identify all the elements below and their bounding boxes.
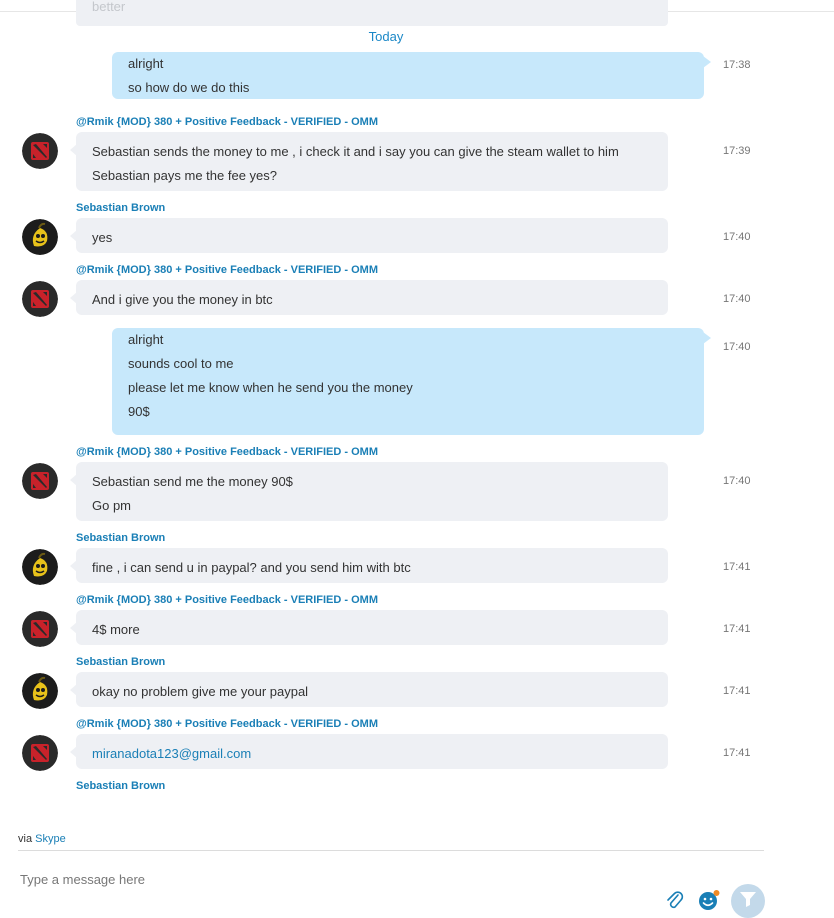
avatar[interactable] bbox=[22, 281, 58, 317]
message-timestamp: 17:40 bbox=[723, 231, 751, 243]
date-separator: Today bbox=[368, 29, 404, 44]
incoming-message-bubble[interactable]: fine , i can send u in paypal? and you s… bbox=[70, 548, 668, 583]
message-text-line: alright bbox=[128, 332, 164, 347]
message-text-line: Sebastian pays me the fee yes? bbox=[92, 168, 278, 183]
message-text-line: 90$ bbox=[128, 404, 150, 419]
sender-name[interactable]: Sebastian Brown bbox=[76, 780, 165, 792]
message-text-line: fine , i can send u in paypal? and you s… bbox=[92, 560, 411, 575]
message-text-line: okay no problem give me your paypal bbox=[92, 684, 309, 699]
incoming-message-bubble[interactable]: yes bbox=[70, 218, 668, 253]
message-timestamp: 17:41 bbox=[723, 747, 751, 759]
avatar[interactable] bbox=[22, 463, 58, 499]
emoji-icon[interactable] bbox=[697, 889, 721, 916]
avatar[interactable] bbox=[22, 219, 58, 255]
send-icon bbox=[740, 892, 756, 907]
message-timestamp: 17:41 bbox=[723, 623, 751, 635]
via-text: via bbox=[18, 833, 33, 845]
sender-name[interactable]: Sebastian Brown bbox=[76, 656, 165, 668]
sender-name[interactable]: @Rmik {MOD} 380 + Positive Feedback - VE… bbox=[76, 718, 378, 730]
avatar[interactable] bbox=[22, 673, 58, 709]
incoming-message-bubble[interactable]: And i give you the money in btc bbox=[70, 280, 668, 315]
previous-message-bubble: better bbox=[76, 0, 668, 26]
message-timestamp: 17:41 bbox=[723, 561, 751, 573]
sender-name[interactable]: @Rmik {MOD} 380 + Positive Feedback - VE… bbox=[76, 594, 378, 606]
message-text-line: 4$ more bbox=[92, 622, 140, 637]
avatar[interactable] bbox=[22, 549, 58, 585]
message-text-line: Sebastian send me the money 90$ bbox=[92, 474, 293, 489]
message-timestamp: 17:38 bbox=[723, 59, 751, 71]
message-timestamp: 17:40 bbox=[723, 293, 751, 305]
composer-divider bbox=[18, 850, 764, 851]
message-text-line: Sebastian sends the money to me , i chec… bbox=[92, 144, 619, 159]
incoming-message-bubble[interactable]: okay no problem give me your paypal bbox=[70, 672, 668, 707]
sender-name[interactable]: Sebastian Brown bbox=[76, 202, 165, 214]
message-text-line: alright bbox=[128, 56, 164, 71]
message-timestamp: 17:40 bbox=[723, 341, 751, 353]
message-text-line: please let me know when he send you the … bbox=[128, 380, 413, 395]
incoming-message-bubble[interactable]: Sebastian sends the money to me , i chec… bbox=[70, 132, 668, 191]
incoming-message-bubble[interactable]: miranadota123@gmail.com bbox=[70, 734, 668, 769]
avatar[interactable] bbox=[22, 611, 58, 647]
message-timestamp: 17:41 bbox=[723, 685, 751, 697]
sender-name[interactable]: @Rmik {MOD} 380 + Positive Feedback - VE… bbox=[76, 116, 378, 128]
incoming-message-bubble[interactable]: 4$ more bbox=[70, 610, 668, 645]
send-button[interactable] bbox=[731, 884, 765, 918]
message-input[interactable] bbox=[18, 866, 642, 892]
previous-message-text: better bbox=[92, 0, 126, 14]
avatar[interactable] bbox=[22, 735, 58, 771]
sender-name[interactable]: Sebastian Brown bbox=[76, 532, 165, 544]
via-skype-label: via Skype bbox=[18, 833, 66, 845]
avatar[interactable] bbox=[22, 133, 58, 169]
message-timestamp: 17:40 bbox=[723, 475, 751, 487]
message-text-line: yes bbox=[92, 230, 113, 245]
incoming-message-bubble[interactable]: Sebastian send me the money 90$ Go pm bbox=[70, 462, 668, 521]
sender-name[interactable]: @Rmik {MOD} 380 + Positive Feedback - VE… bbox=[76, 264, 378, 276]
skype-link[interactable]: Skype bbox=[35, 833, 66, 845]
message-text-line: Go pm bbox=[92, 498, 132, 513]
outgoing-message-bubble[interactable]: alright sounds cool to me please let me kn… bbox=[112, 328, 711, 435]
message-text-line: sounds cool to me bbox=[128, 356, 234, 371]
outgoing-message-bubble[interactable]: alright so how do we do this bbox=[112, 52, 711, 99]
email-link[interactable]: miranadota123@gmail.com bbox=[92, 742, 652, 766]
message-text-line: so how do we do this bbox=[128, 80, 250, 95]
message-timestamp: 17:39 bbox=[723, 145, 751, 157]
sender-name[interactable]: @Rmik {MOD} 380 + Positive Feedback - VE… bbox=[76, 446, 378, 458]
paperclip-icon[interactable] bbox=[664, 890, 686, 917]
message-text-line: And i give you the money in btc bbox=[92, 292, 273, 307]
